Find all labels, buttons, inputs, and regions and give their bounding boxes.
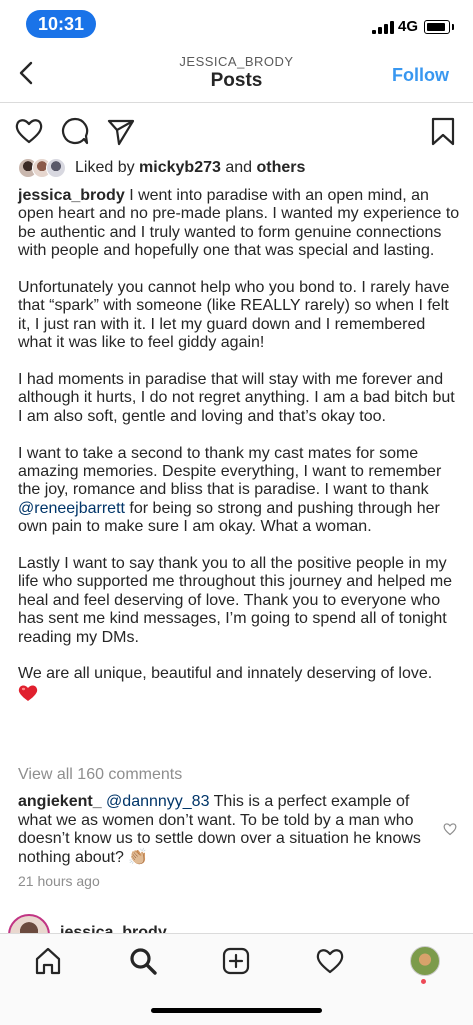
liker-avatars (18, 158, 70, 180)
signal-icon (372, 20, 394, 34)
caption-text: We are all unique, beautiful and innatel… (18, 665, 433, 683)
home-icon[interactable] (33, 946, 63, 976)
comment-username[interactable]: angiekent_ (18, 793, 102, 810)
post-action-bar (0, 112, 473, 148)
top-comment: angiekent_ @dannnyy_83 This is a perfect… (18, 793, 428, 867)
caption-paragraph: Lastly I want to say thank you to all th… (18, 555, 453, 646)
navigation-header: JESSICA_BRODY Posts Follow (0, 48, 473, 103)
red-heart-emoji-icon (18, 685, 38, 701)
caption-paragraph: jessica_brody I went into paradise with … (18, 187, 460, 261)
likes-others[interactable]: others (257, 159, 306, 176)
post-caption: jessica_brody I went into paradise with … (18, 187, 460, 703)
plus-square-icon[interactable] (221, 946, 251, 976)
caption-text: I want to take a second to thank my cast… (18, 444, 442, 499)
status-bar: 10:31 4G (0, 0, 473, 48)
profile-avatar[interactable] (410, 946, 440, 976)
likes-text: Liked by mickyb273 and others (75, 159, 305, 177)
caption-paragraph: Unfortunately you cannot help who you bo… (18, 279, 450, 352)
liked-by-label: Liked by (75, 159, 135, 176)
status-time[interactable]: 10:31 (26, 10, 96, 38)
clapping-hands-emoji: 👏🏼 (128, 848, 149, 866)
caption-mention[interactable]: @reneejbarrett (18, 500, 125, 517)
heart-outline-icon[interactable] (315, 946, 345, 976)
caption-paragraph: We are all unique, beautiful and innatel… (18, 665, 460, 702)
paper-plane-icon[interactable] (106, 116, 136, 146)
search-icon[interactable] (128, 946, 158, 976)
follow-button[interactable]: Follow (392, 65, 449, 86)
comment-mention[interactable]: @dannnyy_83 (106, 793, 209, 810)
battery-icon (424, 20, 454, 34)
avatar (46, 158, 66, 178)
comment-bubble-icon[interactable] (60, 116, 90, 146)
caption-paragraph: I had moments in paradise that will stay… (18, 371, 455, 425)
home-indicator[interactable] (151, 1008, 322, 1013)
post-timestamp: 21 hours ago (18, 873, 100, 889)
avatar[interactable] (8, 914, 50, 934)
notification-dot (421, 979, 426, 984)
heart-outline-icon[interactable] (443, 822, 457, 836)
bookmark-icon[interactable] (428, 116, 458, 146)
liker-username[interactable]: mickyb273 (139, 159, 221, 176)
caption-paragraph: I want to take a second to thank my cast… (18, 445, 460, 537)
heart-outline-icon[interactable] (14, 116, 44, 146)
caption-username[interactable]: jessica_brody (18, 187, 125, 204)
network-type: 4G (398, 18, 419, 35)
next-post-header[interactable]: jessica_brody (0, 910, 473, 934)
likes-conjunction: and (225, 159, 253, 176)
view-all-comments-link[interactable]: View all 160 comments (18, 766, 182, 784)
